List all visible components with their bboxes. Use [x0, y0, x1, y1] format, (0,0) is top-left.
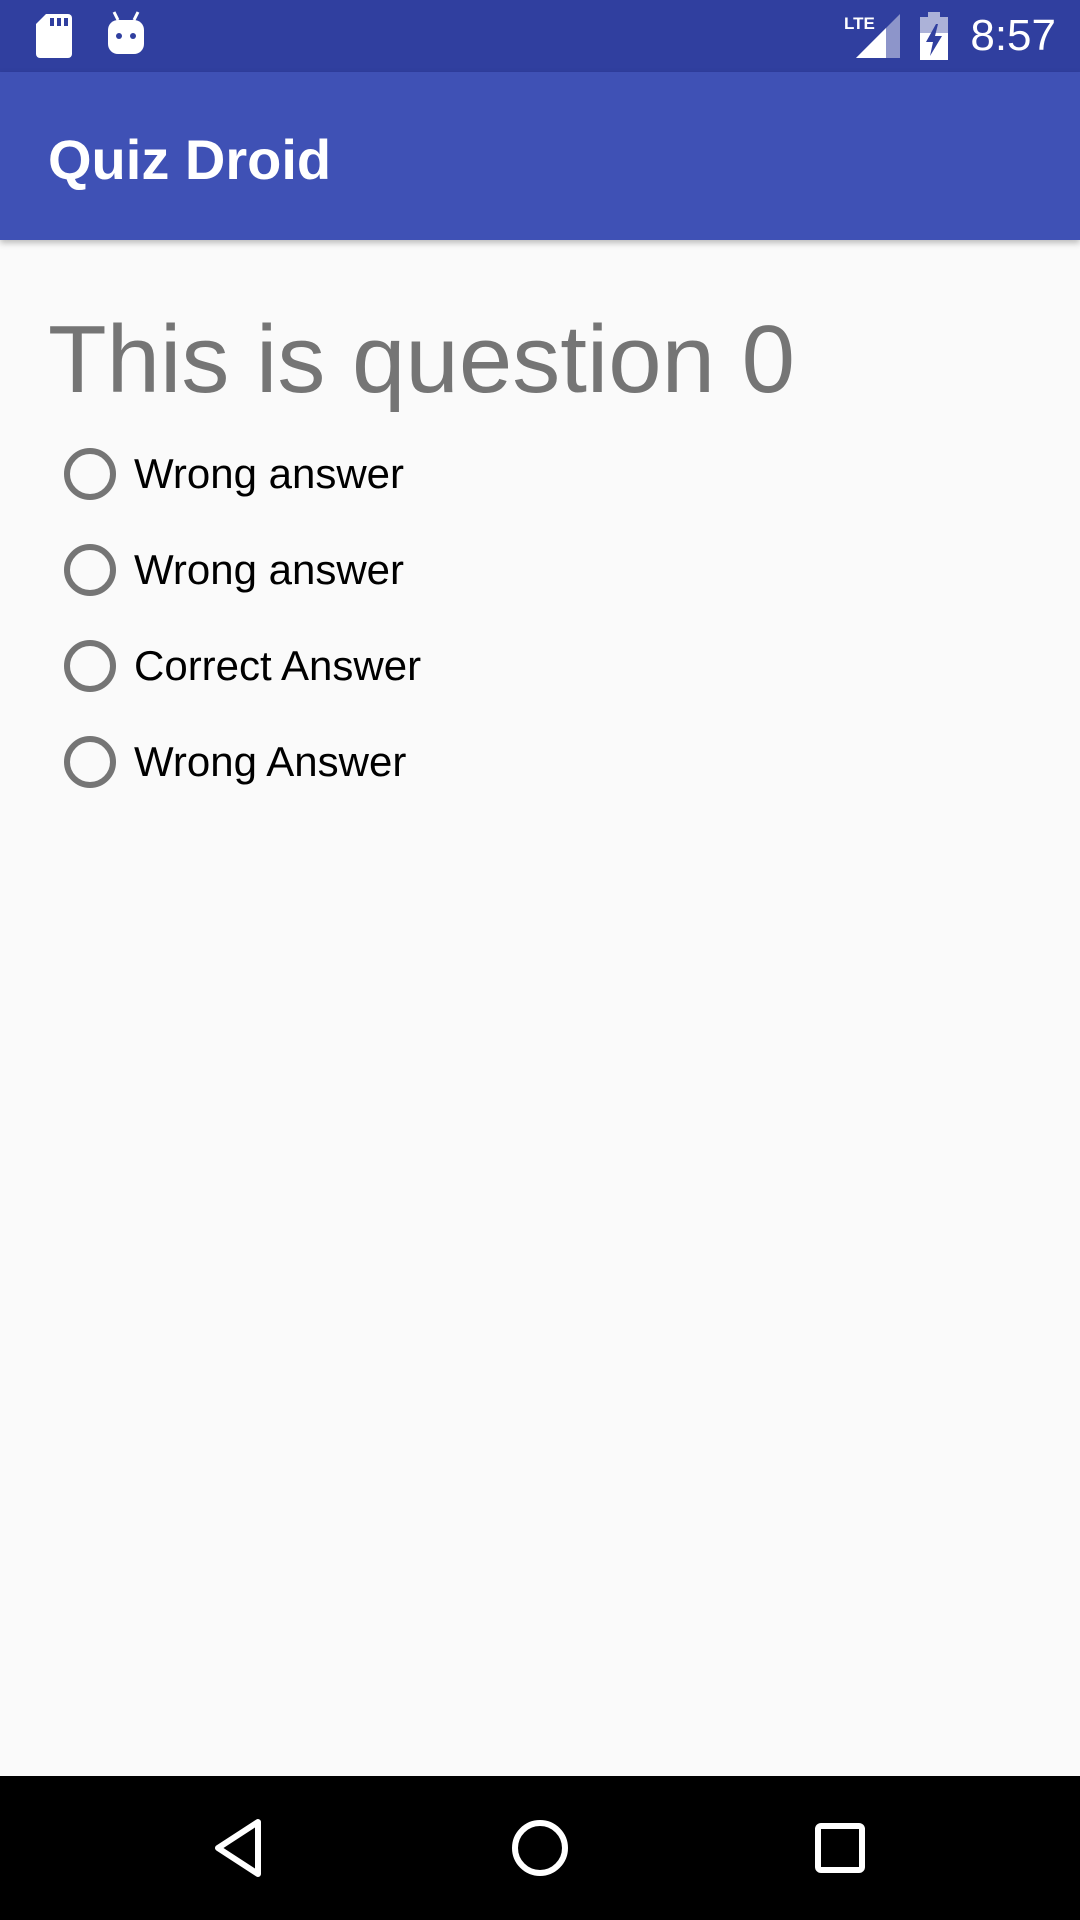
home-icon[interactable]: [504, 1812, 576, 1884]
back-icon[interactable]: [204, 1812, 276, 1884]
lte-signal-icon: LTE: [844, 14, 900, 58]
answer-option-label[interactable]: Wrong answer: [134, 546, 404, 594]
status-bar: LTE 8:57: [0, 0, 1080, 72]
android-debug-icon: [108, 11, 144, 54]
radio-button-icon[interactable]: [64, 544, 116, 596]
answer-option[interactable]: Wrong answer: [64, 522, 964, 618]
battery-charging-icon: [920, 12, 948, 60]
answer-option-label[interactable]: Wrong answer: [134, 450, 404, 498]
sd-card-icon: [36, 14, 72, 58]
recents-icon[interactable]: [804, 1812, 876, 1884]
radio-button-icon[interactable]: [64, 736, 116, 788]
question-text: This is question 0: [48, 306, 796, 413]
navigation-bar: [0, 1776, 1080, 1920]
answer-option[interactable]: Wrong answer: [64, 426, 964, 522]
answer-option[interactable]: Wrong Answer: [64, 714, 964, 810]
radio-button-icon[interactable]: [64, 640, 116, 692]
answer-option[interactable]: Correct Answer: [64, 618, 964, 714]
answer-option-label[interactable]: Wrong Answer: [134, 738, 406, 786]
lte-label: LTE: [844, 14, 875, 33]
quiz-content: This is question 0 Wrong answer Wrong an…: [0, 240, 1080, 1776]
answer-radio-group: Wrong answer Wrong answer Correct Answer…: [64, 426, 964, 810]
screen: LTE 8:57 Quiz Droid This is question 0 W…: [0, 0, 1080, 1920]
status-bar-clock: 8:57: [970, 11, 1056, 60]
app-title: Quiz Droid: [48, 128, 332, 191]
radio-button-icon[interactable]: [64, 448, 116, 500]
answer-option-label[interactable]: Correct Answer: [134, 642, 421, 690]
app-bar: Quiz Droid: [0, 72, 1080, 240]
